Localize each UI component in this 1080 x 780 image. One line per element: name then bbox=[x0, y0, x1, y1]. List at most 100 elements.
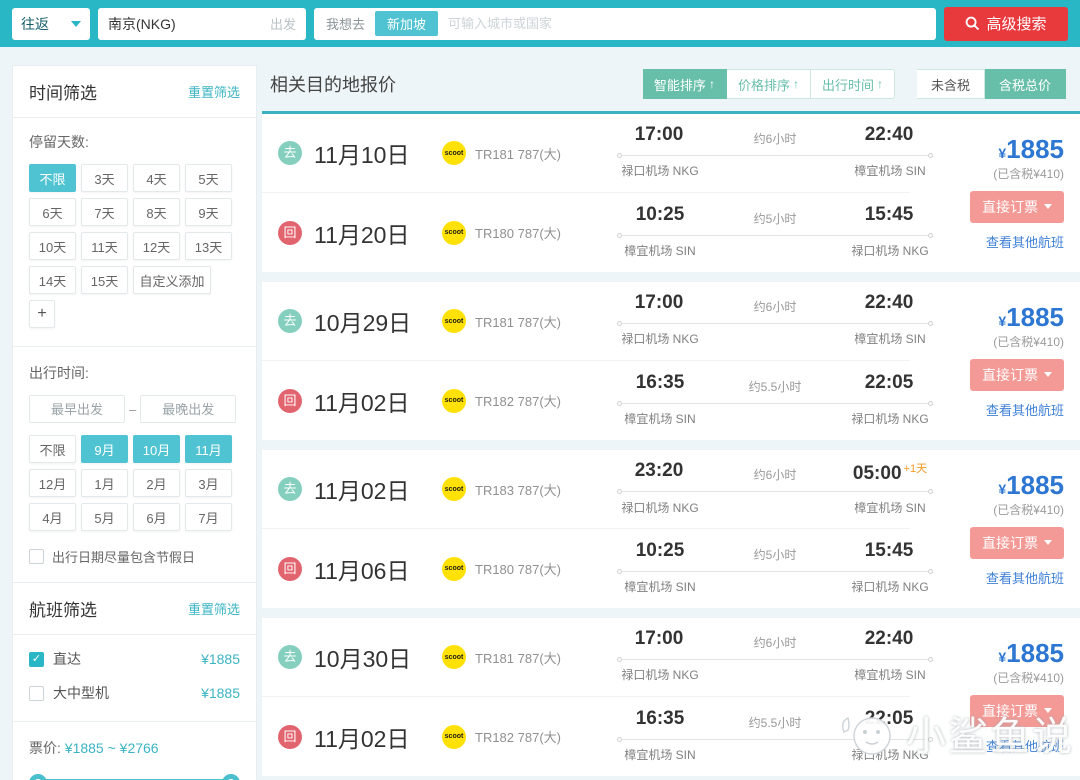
outbound-flight-row[interactable]: 去 11月02日 scoot TR183 787(大) 23:20 约6小时 0… bbox=[262, 450, 933, 529]
arrival-time: 05:00 +1天 bbox=[852, 463, 928, 484]
stay-days-option[interactable]: 6天 bbox=[29, 198, 76, 226]
holiday-checkbox-row: ✓ 出行日期尽量包含节假日 bbox=[29, 547, 240, 566]
return-flight-row[interactable]: 回 11月02日 scoot TR182 787(大) 16:35 约5.5小时… bbox=[262, 697, 933, 776]
arrival-airport: 樟宜机场 SIN bbox=[854, 164, 926, 178]
departure-time: 17:00 bbox=[634, 124, 684, 145]
return-icon: 回 bbox=[278, 388, 302, 413]
destination-label: 我想去 bbox=[326, 17, 366, 32]
origin-input[interactable] bbox=[108, 15, 238, 32]
latest-depart-input[interactable] bbox=[140, 395, 237, 423]
flight-number: TR181 787(大) bbox=[475, 146, 561, 162]
stay-days-option[interactable]: 14天 bbox=[29, 266, 76, 294]
return-flight-row[interactable]: 回 11月20日 scoot TR180 787(大) 10:25 约5小时 1… bbox=[262, 193, 933, 272]
earliest-depart-input[interactable] bbox=[29, 395, 125, 423]
flight-number: TR182 787(大) bbox=[475, 394, 561, 409]
filter-sidebar: 时间筛选 重置筛选 停留天数: 不限 3天 4天 5天 6天 7天 8天 9天 … bbox=[12, 65, 257, 780]
month-option[interactable]: 3月 bbox=[185, 469, 232, 497]
route-line bbox=[617, 736, 933, 742]
trip-type-select[interactable]: 往返 bbox=[12, 7, 90, 40]
flight-filter-header: 航班筛选 重置筛选 bbox=[13, 582, 256, 635]
return-date: 11月02日 bbox=[314, 725, 410, 752]
sort-button[interactable]: 智能排序 ↑ bbox=[642, 69, 727, 99]
return-icon: 回 bbox=[278, 724, 302, 749]
stay-days-option[interactable]: 15天 bbox=[81, 266, 128, 294]
departure-time: 10:25 bbox=[635, 539, 685, 561]
flight-filter-checkbox[interactable]: ✓ bbox=[29, 685, 44, 701]
sort-button-label: 智能排序 bbox=[653, 77, 706, 93]
return-flight-row[interactable]: 回 11月02日 scoot TR182 787(大) 16:35 约5.5小时… bbox=[262, 361, 933, 440]
departure-airport: 樟宜机场 SIN bbox=[624, 579, 696, 594]
stay-days-option[interactable]: 9天 bbox=[185, 198, 232, 226]
month-option[interactable]: 4月 bbox=[29, 503, 76, 531]
divider bbox=[13, 346, 256, 347]
sort-button[interactable]: 出行时间 ↑ bbox=[810, 69, 895, 99]
book-button[interactable]: 直接订票 bbox=[970, 190, 1064, 223]
destination-tag[interactable]: 新加坡 bbox=[375, 11, 439, 36]
outbound-flight-row[interactable]: 去 11月10日 scoot TR181 787(大) 17:00 约6小时 2… bbox=[262, 114, 933, 193]
month-option[interactable]: 10月 bbox=[133, 435, 180, 463]
return-flight-row[interactable]: 回 11月06日 scoot TR180 787(大) 10:25 约5小时 1… bbox=[262, 529, 933, 608]
month-option[interactable]: 2月 bbox=[133, 469, 180, 497]
carrier-info: scoot TR181 787(大) bbox=[442, 141, 600, 165]
month-option[interactable]: 7月 bbox=[185, 503, 232, 531]
stay-days-option[interactable]: 11天 bbox=[81, 232, 128, 260]
price-value: ¥1885 bbox=[998, 301, 1064, 332]
flight-card: 去 10月30日 scoot TR181 787(大) 17:00 约6小时 2… bbox=[262, 618, 1080, 776]
flight-filter-checkbox[interactable]: ✓ bbox=[29, 651, 44, 667]
month-option[interactable]: 1月 bbox=[81, 469, 128, 497]
tax-toggle-button[interactable]: 未含税 bbox=[916, 69, 985, 99]
other-flights-link[interactable]: 查看其他航班 bbox=[986, 232, 1064, 251]
outbound-flight-row[interactable]: 去 10月29日 scoot TR181 787(大) 17:00 约6小时 2… bbox=[262, 282, 933, 361]
destination-input[interactable] bbox=[448, 16, 924, 31]
flight-duration: 约5小时 bbox=[753, 211, 797, 226]
stay-days-option[interactable]: 不限 bbox=[29, 164, 76, 192]
stay-days-option[interactable]: 4天 bbox=[133, 164, 180, 192]
month-option[interactable]: 不限 bbox=[29, 435, 76, 463]
month-option[interactable]: 12月 bbox=[29, 469, 76, 497]
airline-logo: scoot bbox=[442, 309, 466, 333]
stay-days-option[interactable]: 12天 bbox=[133, 232, 180, 260]
arrival-airport: 禄口机场 NKG bbox=[851, 411, 929, 426]
slider-handle-min[interactable] bbox=[29, 774, 47, 780]
book-button[interactable]: 直接订票 bbox=[970, 526, 1064, 559]
outbound-flight-row[interactable]: 去 10月30日 scoot TR181 787(大) 17:00 约6小时 2… bbox=[262, 618, 933, 697]
sort-button[interactable]: 价格排序 ↑ bbox=[726, 69, 811, 99]
advanced-search-button[interactable]: 高级搜索 bbox=[944, 6, 1068, 41]
other-flights-link[interactable]: 查看其他航班 bbox=[986, 400, 1064, 419]
stay-days-option[interactable]: 7天 bbox=[81, 198, 128, 226]
flight-card: 去 11月02日 scoot TR183 787(大) 23:20 约6小时 0… bbox=[262, 450, 1080, 608]
price-value: ¥1885 bbox=[998, 133, 1064, 164]
holiday-checkbox[interactable]: ✓ bbox=[29, 549, 44, 564]
stay-days-label: 停留天数: bbox=[29, 134, 89, 150]
time-filter-reset-link[interactable]: 重置筛选 bbox=[188, 82, 240, 101]
tax-toggle-button[interactable]: 含税总价 bbox=[984, 69, 1066, 99]
book-button[interactable]: 直接订票 bbox=[970, 358, 1064, 391]
stay-days-option[interactable]: 3天 bbox=[81, 164, 128, 192]
route-line bbox=[617, 400, 933, 406]
origin-field: 出发 bbox=[98, 7, 306, 40]
other-flights-link[interactable]: 查看其他航班 bbox=[986, 736, 1064, 755]
flight-filter-option-price: ¥1885 bbox=[201, 651, 240, 667]
time-filter-title: 时间筛选 bbox=[29, 84, 97, 103]
month-option[interactable]: 11月 bbox=[185, 435, 232, 463]
carrier-info: scoot TR182 787(大) bbox=[442, 388, 600, 413]
stay-days-option[interactable]: 8天 bbox=[133, 198, 180, 226]
stay-days-add-button[interactable]: + bbox=[29, 300, 55, 328]
flight-filter-reset-link[interactable]: 重置筛选 bbox=[188, 599, 240, 618]
stay-days-custom-button[interactable]: 自定义添加 bbox=[133, 266, 211, 294]
month-option[interactable]: 9月 bbox=[81, 435, 128, 463]
stay-days-option[interactable]: 10天 bbox=[29, 232, 76, 260]
route-info: 10:25 约5小时 15:45 樟宜机场 SIN 禄口机场 NKG bbox=[600, 540, 950, 598]
search-topbar: 往返 出发 我想去 新加坡 高级搜索 bbox=[0, 0, 1080, 47]
other-flights-link[interactable]: 查看其他航班 bbox=[986, 568, 1064, 587]
stay-days-option[interactable]: 5天 bbox=[185, 164, 232, 192]
flight-filter-body: ✓ 直达 ¥1885 ✓ 大中型机 ¥1885 票价: ¥1885 ~ ¥276… bbox=[13, 635, 256, 780]
slider-handle-max[interactable] bbox=[222, 774, 240, 780]
arrival-time: 15:45 bbox=[864, 539, 914, 561]
outbound-date: 10月30日 bbox=[314, 646, 412, 672]
month-option[interactable]: 6月 bbox=[133, 503, 180, 531]
book-button[interactable]: 直接订票 bbox=[970, 694, 1064, 727]
month-option[interactable]: 5月 bbox=[81, 503, 128, 531]
stay-days-option[interactable]: 13天 bbox=[185, 232, 232, 260]
time-filter-header: 时间筛选 重置筛选 bbox=[13, 66, 256, 118]
